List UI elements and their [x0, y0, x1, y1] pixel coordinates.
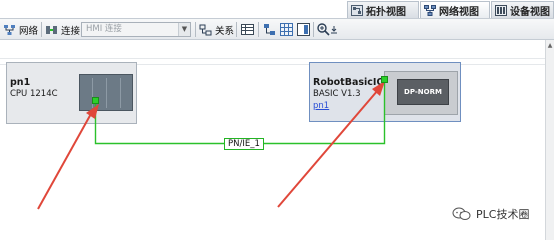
cpu-module[interactable] — [79, 74, 133, 111]
device-type: BASIC V1.3 — [313, 89, 361, 99]
tab-topology-view[interactable]: 拓扑视图 — [347, 1, 419, 18]
watermark-text: PLC技术圈 — [476, 208, 530, 221]
zoom-dropdown[interactable] — [329, 22, 339, 37]
vertical-scrollbar[interactable]: ▲ — [545, 40, 554, 240]
grid-toggle-button[interactable] — [279, 22, 294, 37]
device-robotbasicio[interactable]: RobotBasicIO BASIC V1.3 pn1 DP-NORM — [309, 62, 461, 122]
tab-device-label: 设备视图 — [510, 6, 550, 18]
network-view-icon — [424, 4, 436, 16]
device-name: RobotBasicIO — [313, 77, 385, 88]
toolbar-divider — [41, 22, 42, 37]
assigned-controller-link[interactable]: pn1 — [313, 101, 329, 111]
toolbar-divider — [195, 22, 196, 37]
view-tab-strip: 拓扑视图 网络视图 设备视图 — [0, 0, 554, 18]
device-pn1[interactable]: pn1 CPU 1214C — [6, 62, 137, 124]
toolbar-divider — [236, 22, 237, 37]
panel-icon — [297, 23, 310, 36]
device-view-icon — [495, 4, 507, 16]
topology-icon — [351, 4, 363, 16]
chat-bubble-icon — [452, 207, 472, 221]
hmi-connection-select[interactable]: HMI 连接 ▼ — [81, 22, 191, 37]
watermark: PLC技术圈 — [452, 206, 529, 222]
address-overview-button[interactable] — [240, 22, 255, 37]
layout-button[interactable] — [262, 22, 277, 37]
network-icon — [3, 24, 16, 36]
connections-button-label: 连接 — [61, 25, 81, 37]
relations-button[interactable]: 关系 — [199, 22, 234, 37]
overview-panel-button[interactable] — [296, 22, 311, 37]
chevron-down-icon[interactable]: ▼ — [178, 23, 190, 36]
module-slot-divider — [106, 78, 107, 108]
pn1-profinet-port[interactable] — [92, 97, 99, 104]
network-toolbar: 网络 连接 HMI 连接 ▼ 关系 — [0, 18, 554, 40]
network-button-label: 网络 — [19, 25, 39, 37]
address-table-icon — [241, 24, 254, 35]
interface-module[interactable]: DP-NORM — [384, 71, 458, 115]
tab-topology-label: 拓扑视图 — [366, 6, 406, 18]
layout-icon — [264, 24, 275, 35]
scroll-up-icon[interactable]: ▲ — [546, 41, 554, 50]
relations-icon — [199, 24, 212, 36]
module-slot-divider — [120, 78, 121, 108]
hmi-connection-value: HMI 连接 — [86, 24, 122, 34]
subnet-label[interactable]: PN/IE_1 — [224, 138, 264, 150]
relations-button-label: 关系 — [215, 25, 235, 37]
tab-network-label: 网络视图 — [439, 6, 479, 18]
robot-profinet-port[interactable] — [381, 76, 388, 83]
canvas-grid-line — [0, 58, 545, 59]
toolbar-divider — [258, 22, 259, 37]
tab-network-view[interactable]: 网络视图 — [420, 1, 490, 18]
device-name: pn1 — [10, 77, 31, 88]
tab-device-view[interactable]: 设备视图 — [491, 1, 554, 18]
grid-icon — [280, 23, 293, 36]
toolbar-divider — [313, 22, 314, 37]
network-button[interactable]: 网络 — [3, 22, 38, 37]
dp-norm-module: DP-NORM — [397, 79, 449, 105]
download-arrow-icon — [331, 26, 337, 34]
connection-icon — [45, 24, 58, 36]
connections-button[interactable]: 连接 — [45, 22, 80, 37]
device-type: CPU 1214C — [10, 89, 58, 99]
